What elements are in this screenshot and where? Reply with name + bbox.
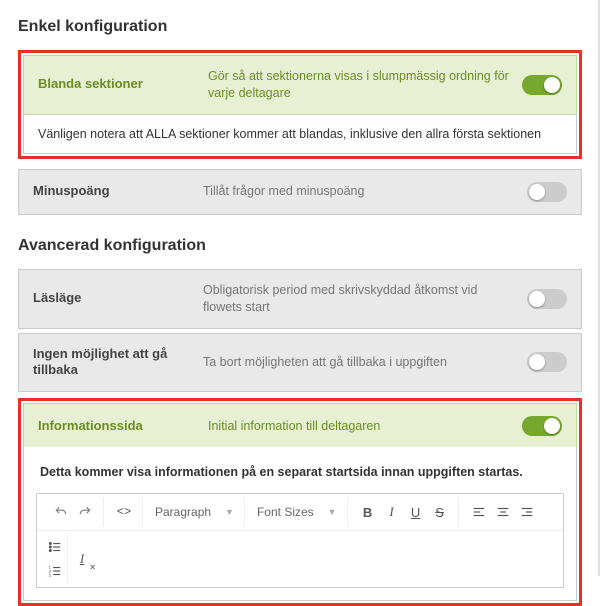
setting-no-back: Ingen möjlighet att gå tillbaka Ta bort … [18,333,582,393]
highlight-shuffle: Blanda sektioner Gör så att sektionerna … [18,50,582,159]
paragraph-select[interactable]: Paragraph ▼ [151,505,238,519]
readmode-desc: Obligatorisk period med skrivskyddad åtk… [203,282,517,316]
italic-icon[interactable]: I [380,500,404,524]
infopage-desc: Initial information till deltagaren [208,418,512,435]
readmode-toggle[interactable] [527,289,567,309]
undo-icon[interactable] [49,500,73,524]
setting-shuffle-sections: Blanda sektioner Gör så att sektionerna … [23,55,577,115]
simple-config-title: Enkel konfiguration [18,18,582,36]
negative-toggle[interactable] [527,182,567,202]
setting-negative-points: Minuspoäng Tillåt frågor med minuspoäng [18,169,582,215]
shuffle-label: Blanda sektioner [38,76,198,93]
noback-toggle[interactable] [527,352,567,372]
setting-info-page: Informationssida Initial information til… [23,403,577,449]
infopage-panel: Detta kommer visa informationen på en se… [23,447,577,601]
strikethrough-icon[interactable]: S [428,500,452,524]
shuffle-note: Vänligen notera att ALLA sektioner komme… [23,115,577,154]
setting-read-mode: Läsläge Obligatorisk period med skrivsky… [18,269,582,329]
bullet-list-icon[interactable] [43,535,67,559]
numbered-list-icon[interactable]: 123 [43,559,67,583]
noback-desc: Ta bort möjligheten att gå tillbaka i up… [203,354,517,371]
paragraph-select-label: Paragraph [155,505,211,519]
chevron-down-icon: ▼ [225,507,234,517]
highlight-infopage: Informationssida Initial information til… [18,398,582,606]
align-right-icon[interactable] [515,500,539,524]
clear-formatting-icon[interactable]: I✕ [70,547,94,571]
infopage-toggle[interactable] [522,416,562,436]
advanced-config-title: Avancerad konfiguration [18,237,582,255]
noback-label: Ingen möjlighet att gå tillbaka [33,346,193,380]
align-left-icon[interactable] [467,500,491,524]
redo-icon[interactable] [73,500,97,524]
shuffle-desc: Gör så att sektionerna visas i slumpmäss… [208,68,512,102]
fontsize-select[interactable]: Font Sizes ▼ [253,505,341,519]
editor-toolbar: <> Paragraph ▼ Font Sizes ▼ B I [37,494,563,531]
underline-icon[interactable]: U [404,500,428,524]
chevron-down-icon: ▼ [328,507,337,517]
infopage-note: Detta kommer visa informationen på en se… [36,459,564,493]
align-center-icon[interactable] [491,500,515,524]
infopage-label: Informationssida [38,418,198,435]
readmode-label: Läsläge [33,290,193,307]
fontsize-select-label: Font Sizes [257,505,314,519]
bold-icon[interactable]: B [356,500,380,524]
shuffle-toggle[interactable] [522,75,562,95]
editor-toolbar-row2: 123 I✕ [37,531,563,587]
rich-text-editor: <> Paragraph ▼ Font Sizes ▼ B I [36,493,564,588]
negative-label: Minuspoäng [33,183,193,200]
source-code-icon[interactable]: <> [112,500,136,524]
negative-desc: Tillåt frågor med minuspoäng [203,183,517,200]
